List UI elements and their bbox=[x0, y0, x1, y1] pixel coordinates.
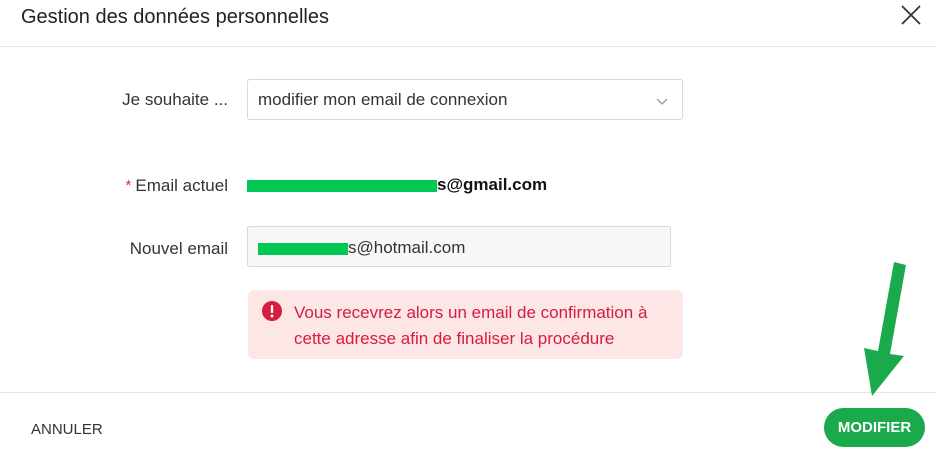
dialog-header: Gestion des données personnelles bbox=[0, 0, 936, 47]
wish-label: Je souhaite ... bbox=[122, 90, 228, 109]
current-email-value: s@gmail.com bbox=[247, 175, 547, 195]
new-email-label: Nouvel email bbox=[129, 239, 228, 258]
annotation-arrow-icon bbox=[864, 262, 906, 396]
new-email-suffix: s@hotmail.com bbox=[348, 238, 466, 257]
modify-button[interactable]: MODIFIER bbox=[824, 408, 925, 447]
cancel-button[interactable]: ANNULER bbox=[31, 421, 103, 438]
wish-select[interactable]: modifier mon email de connexion bbox=[247, 79, 683, 120]
alert-message: Vous recevrez alors un email de confirma… bbox=[294, 303, 648, 348]
dialog-footer: ANNULER MODIFIER bbox=[0, 392, 936, 458]
chevron-down-icon bbox=[656, 94, 668, 106]
personal-data-dialog: Gestion des données personnelles Je souh… bbox=[0, 0, 936, 458]
confirmation-alert: Vous recevrez alors un email de confirma… bbox=[248, 290, 683, 359]
redaction-bar bbox=[247, 179, 437, 192]
dialog-title: Gestion des données personnelles bbox=[21, 6, 329, 28]
current-email-label: Email actuel bbox=[135, 176, 228, 195]
exclamation-icon bbox=[262, 301, 282, 321]
required-mark: * bbox=[125, 177, 132, 194]
wish-select-value: modifier mon email de connexion bbox=[258, 90, 508, 109]
new-email-field[interactable]: s@hotmail.com bbox=[247, 226, 671, 267]
close-icon[interactable] bbox=[898, 2, 924, 28]
current-email-label-wrap: * Email actuel bbox=[100, 176, 228, 196]
new-email-input-value: s@hotmail.com bbox=[258, 238, 465, 258]
current-email-suffix: s@gmail.com bbox=[437, 175, 548, 194]
redaction-bar bbox=[258, 242, 348, 255]
